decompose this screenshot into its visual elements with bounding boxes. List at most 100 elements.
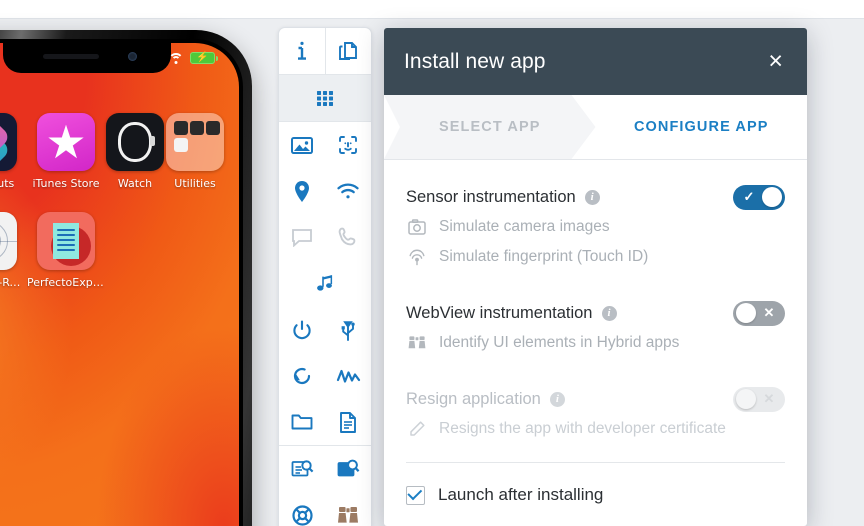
sub-item-simulate-camera: Simulate camera images [406,212,785,242]
webview-instrumentation-toggle[interactable]: ✕ [733,300,785,326]
shortcuts-app-icon [0,113,17,171]
launch-after-installing-label: Launch after installing [438,485,604,504]
info-icon[interactable]: i [584,189,600,205]
section-title: Resign application [406,389,541,408]
resign-application-toggle: ✕ [733,386,785,412]
app-item-utilities[interactable]: Utilities [165,113,225,190]
sub-item-label: Resigns the app with developer certifica… [439,420,726,437]
folder-icon[interactable] [279,399,325,445]
app-item-pmdriver-runner[interactable]: PMDriver-Runner [0,212,27,289]
front-camera-icon [128,52,137,61]
app-label: Utilities [174,177,216,190]
install-new-app-dialog: Install new app × SELECT APP CONFIGURE A… [384,28,807,526]
app-label: Watch [117,177,153,190]
section-title: Sensor instrumentation [406,187,576,206]
face-id-icon[interactable] [325,122,371,168]
speaker-grille [43,54,99,59]
sub-item-simulate-fingerprint: Simulate fingerprint (Touch ID) [406,242,785,272]
document-icon[interactable] [325,399,371,445]
support-lifering-icon[interactable] [279,492,325,526]
tab-label: SELECT APP [438,119,541,135]
section-title: WebView instrumentation [406,303,593,322]
toolbar-row [279,353,371,399]
dialog-body: Sensor instrumentation i ✓ Simulate came… [384,160,807,505]
wifi-icon[interactable] [325,168,371,214]
toggle-mark: ✓ [743,189,755,204]
app-item-shortcuts[interactable]: Shortcuts [0,113,27,190]
dialog-divider [406,462,785,463]
power-icon[interactable] [279,307,325,353]
dialog-header: Install new app × [384,28,807,95]
app-label: Shortcuts [0,177,15,190]
info-icon[interactable]: i [549,391,565,407]
canvas-top-divider [0,18,864,19]
info-icon[interactable]: i [601,305,617,321]
location-pin-icon[interactable] [279,168,325,214]
sub-item-label: Simulate fingerprint (Touch ID) [439,248,649,265]
app-item-watch[interactable]: Watch [105,113,165,190]
device-actions-toolbar [278,27,372,526]
watch-app-icon [106,113,164,171]
battery-charging-icon: ⚡ [190,52,218,64]
tab-select-app[interactable]: SELECT APP [384,95,596,159]
tab-configure-app[interactable]: CONFIGURE APP [595,95,807,159]
toggle-mark: ✕ [763,391,775,406]
image-injection-icon[interactable] [279,122,325,168]
section-header: Sensor instrumentation i ✓ [406,182,785,212]
toggle-knob [762,187,782,207]
checkbox-checked-icon[interactable] [406,485,425,505]
section-header: Resign application i ✕ [406,384,785,414]
sms-message-icon [279,214,325,260]
fingerprint-icon [407,247,427,267]
vitals-pulse-icon[interactable] [325,353,371,399]
toggle-knob [736,303,756,323]
status-bar: ⚡ [168,52,218,64]
toolbar-row [279,492,371,526]
text-search-icon[interactable] [279,446,325,492]
toolbar-row [279,168,371,214]
home-screen-grid: Shortcuts ★ iTunes Store Watch [0,113,239,289]
toolbar-row [279,307,371,353]
utilities-folder-icon [166,113,224,171]
sensor-instrumentation-toggle[interactable]: ✓ [733,184,785,210]
section-resign-application: Resign application i ✕ Resigns the app w… [406,384,785,444]
section-header: WebView instrumentation i ✕ [406,298,785,328]
pencil-icon [407,419,427,439]
sub-item-identify-ui-elements: Identify UI elements in Hybrid apps [406,328,785,358]
camera-icon [407,217,427,237]
toggle-knob [736,389,756,409]
perfecto-expense-app-icon [37,212,95,270]
phone-call-icon [325,214,371,260]
device-screen[interactable]: ⚡ Shortcuts ★ iTunes Store [0,43,239,526]
app-item-itunes-store[interactable]: ★ iTunes Store [27,113,105,190]
audio-music-icon[interactable] [279,261,371,307]
close-icon[interactable]: × [764,47,787,76]
toggle-mark: ✕ [763,305,775,320]
app-grid-icon[interactable] [279,75,371,121]
sub-item-label: Identify UI elements in Hybrid apps [439,334,680,351]
check-mark [407,485,423,501]
app-item-perfecto-expense[interactable]: PerfectoExpens... [27,212,105,289]
wifi-icon [168,52,183,64]
sub-item-resigns-app: Resigns the app with developer certifica… [406,414,785,444]
toolbar-row [279,75,371,121]
usb-icon[interactable] [325,307,371,353]
app-label: PMDriver-Runner [0,276,27,289]
image-search-icon[interactable] [325,446,371,492]
section-webview-instrumentation: WebView instrumentation i ✕ Identify UI … [406,298,785,358]
device-notch [3,43,171,73]
launch-after-installing-row[interactable]: Launch after installing [406,485,785,505]
dialog-title: Install new app [404,49,546,73]
pmdriver-runner-app-icon [0,212,17,270]
section-sensor-instrumentation: Sensor instrumentation i ✓ Simulate came… [406,182,785,272]
copy-files-icon[interactable] [325,28,371,74]
toolbar-row [279,446,371,492]
device-info-icon[interactable] [279,28,325,74]
binoculars-icon [407,333,427,353]
device-bezel: ⚡ Shortcuts ★ iTunes Store [0,39,243,526]
toolbar-row [279,122,371,168]
rotate-icon[interactable] [279,353,325,399]
toolbar-row [279,28,371,74]
binoculars-icon[interactable] [325,492,371,526]
tab-label: CONFIGURE APP [633,119,769,135]
